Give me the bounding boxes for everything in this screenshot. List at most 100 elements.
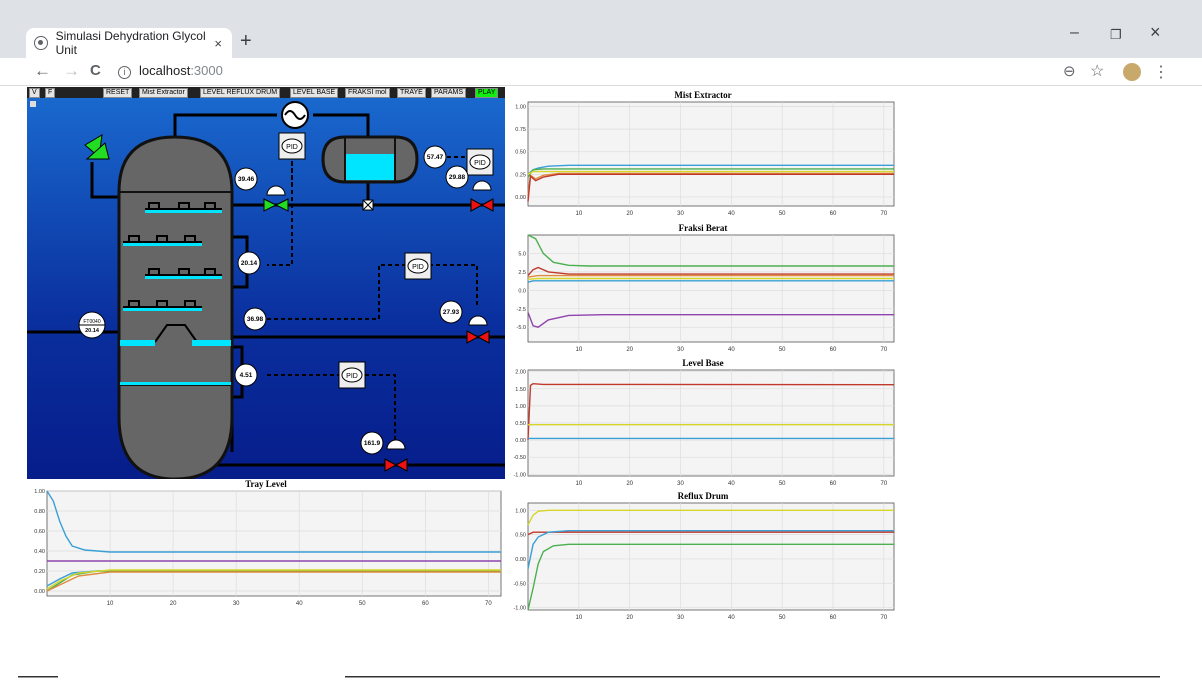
x-tick-label: 60 bbox=[830, 347, 837, 353]
chart-mist-extractor: Mist Extractor 10 20 30 40 50 60 70 1.00 0.75 0.5… bbox=[508, 90, 898, 220]
minimize-button[interactable]: – bbox=[1070, 24, 1079, 42]
reading-36-98: 36.98 bbox=[247, 316, 264, 323]
plot-area bbox=[527, 234, 895, 343]
tray-level-plot: 10 20 30 40 50 60 70 1.00 0.80 0.60 0.40 0.20 0.00 bbox=[34, 489, 502, 607]
x-tick-label: 50 bbox=[779, 615, 786, 621]
pid-label: PID bbox=[474, 160, 486, 167]
globe-icon bbox=[34, 36, 48, 50]
x-tick-label: 70 bbox=[880, 347, 887, 353]
reading-57-47: 57.47 bbox=[427, 154, 444, 161]
y-tick-label: 0.00 bbox=[515, 557, 526, 563]
x-tick-label: 70 bbox=[880, 481, 887, 487]
flow-transmitter-value: 20.14 bbox=[85, 328, 100, 334]
y-tick-label: 0.20 bbox=[34, 569, 45, 575]
chart-tray-level: Tray Level 10 20 30 40 50 60 70 1.00 0.80 0.60 0.4… bbox=[27, 479, 505, 610]
x-tick-label: 60 bbox=[830, 615, 837, 621]
url-port: :3000 bbox=[190, 63, 223, 78]
reading-161-9: 161.9 bbox=[364, 440, 381, 447]
reading-4-51: 4.51 bbox=[240, 372, 253, 379]
bookmark-star-icon[interactable]: ☆ bbox=[1090, 61, 1104, 81]
x-tick-label: 20 bbox=[170, 601, 177, 607]
chart-title: Fraksi Berat bbox=[678, 223, 728, 233]
y-tick-label: 1.00 bbox=[34, 489, 45, 495]
schematic-canvas: PID PID PID PID 39.46 57.47 29.88 20.14 … bbox=[27, 101, 505, 479]
y-tick-label: -0.50 bbox=[513, 455, 526, 461]
x-tick-label: 30 bbox=[677, 347, 684, 353]
y-tick-label: 1.00 bbox=[515, 105, 526, 111]
x-tick-label: 40 bbox=[728, 615, 735, 621]
browser-tab[interactable]: Simulasi Dehydration Glycol Unit × bbox=[26, 28, 232, 58]
chart-reflux-drum: Reflux Drum 10 20 30 40 50 60 70 1.00 0.50 0.00 -0… bbox=[508, 491, 898, 624]
browser-tab-strip: Simulasi Dehydration Glycol Unit × + – ❐… bbox=[0, 0, 1202, 58]
y-tick-label: 0.00 bbox=[34, 589, 45, 595]
valves[interactable] bbox=[263, 180, 494, 472]
y-tick-label: 0.40 bbox=[34, 549, 45, 555]
pid-label: PID bbox=[412, 264, 424, 271]
x-tick-label: 10 bbox=[575, 211, 582, 217]
chart-level-base: Level Base 10 20 30 40 50 60 70 2.00 1.50 1.00 0.5… bbox=[508, 358, 898, 490]
x-tick-label: 70 bbox=[880, 615, 887, 621]
chart-title: Mist Extractor bbox=[674, 90, 732, 100]
zoom-icon[interactable]: ⊖ bbox=[1063, 62, 1076, 80]
browser-toolbar: ← → C i localhost:3000 ⊖ ☆ ⋮ bbox=[0, 58, 1202, 86]
x-tick-label: 10 bbox=[575, 347, 582, 353]
profile-avatar[interactable] bbox=[1123, 63, 1141, 81]
new-tab-button[interactable]: + bbox=[240, 30, 252, 53]
x-tick-label: 20 bbox=[626, 211, 633, 217]
reading-29-88: 29.88 bbox=[449, 174, 466, 181]
reload-button[interactable]: C bbox=[90, 62, 101, 79]
x-tick-label: 30 bbox=[677, 211, 684, 217]
y-tick-label: 0.75 bbox=[515, 127, 526, 133]
tab-close-icon[interactable]: × bbox=[214, 36, 222, 51]
x-tick-label: 30 bbox=[233, 601, 240, 607]
info-icon[interactable]: i bbox=[118, 66, 131, 79]
maximize-button[interactable]: ❐ bbox=[1110, 27, 1122, 43]
x-tick-label: 10 bbox=[575, 481, 582, 487]
x-tick-label: 60 bbox=[422, 601, 429, 607]
plot-area bbox=[46, 490, 502, 597]
forward-button[interactable]: → bbox=[63, 61, 80, 81]
y-tick-label: 0.50 bbox=[515, 421, 526, 427]
plant-schematic: V F RESET Mist Extractor LEVEL REFLUX DR… bbox=[27, 87, 505, 479]
y-tick-label: 5.0 bbox=[518, 251, 526, 257]
y-tick-label: 1.00 bbox=[515, 404, 526, 410]
level-base-plot: 10 20 30 40 50 60 70 2.00 1.50 1.00 0.50 0.00 -0.50 -… bbox=[513, 369, 895, 487]
x-tick-label: 50 bbox=[779, 481, 786, 487]
y-tick-label: 2.00 bbox=[515, 370, 526, 376]
x-tick-label: 70 bbox=[485, 601, 492, 607]
reading-20-14: 20.14 bbox=[241, 260, 258, 267]
chart-title: Level Base bbox=[682, 358, 724, 368]
chart-fraksi-berat: Fraksi Berat 10 20 30 40 50 60 70 5.0 2.5 0.0 -2.5… bbox=[508, 223, 898, 356]
signal-lines bbox=[267, 147, 480, 442]
y-tick-label: -1.00 bbox=[513, 606, 526, 612]
address-bar[interactable]: i localhost:3000 bbox=[118, 63, 223, 79]
window-close-button[interactable]: × bbox=[1150, 22, 1161, 43]
reflux-drum-level bbox=[345, 154, 395, 180]
y-tick-label: 0.50 bbox=[515, 533, 526, 539]
x-tick-label: 10 bbox=[575, 615, 582, 621]
chart-title: Reflux Drum bbox=[677, 491, 729, 501]
reading-27-93: 27.93 bbox=[443, 309, 460, 316]
tab-title: Simulasi Dehydration Glycol Unit bbox=[55, 29, 206, 57]
reflux-drum-plot: 10 20 30 40 50 60 70 1.00 0.50 0.00 -0.50 -1.00 bbox=[513, 502, 895, 621]
menu-icon[interactable]: ⋮ bbox=[1153, 62, 1169, 82]
y-tick-label: 0.80 bbox=[34, 509, 45, 515]
mist-extractor-plot: 10 20 30 40 50 60 70 1.00 0.75 0.50 0.25 0.00 bbox=[515, 101, 895, 217]
x-tick-label: 40 bbox=[728, 347, 735, 353]
y-tick-label: 2.5 bbox=[518, 270, 526, 276]
x-tick-label: 40 bbox=[728, 211, 735, 217]
checkbox[interactable] bbox=[30, 101, 36, 107]
x-tick-label: 60 bbox=[830, 211, 837, 217]
plot-area bbox=[527, 502, 895, 611]
bottom-strip bbox=[18, 676, 1160, 678]
x-tick-label: 70 bbox=[880, 211, 887, 217]
back-button[interactable]: ← bbox=[34, 61, 51, 81]
flow-transmitter-tag: FT0040 bbox=[83, 319, 100, 325]
plot-area bbox=[527, 101, 895, 207]
chart-title: Tray Level bbox=[245, 479, 287, 489]
x-tick-label: 40 bbox=[728, 481, 735, 487]
x-tick-label: 20 bbox=[626, 615, 633, 621]
series-line bbox=[527, 277, 894, 280]
pid-label: PID bbox=[286, 144, 298, 151]
y-tick-label: -0.50 bbox=[513, 581, 526, 587]
